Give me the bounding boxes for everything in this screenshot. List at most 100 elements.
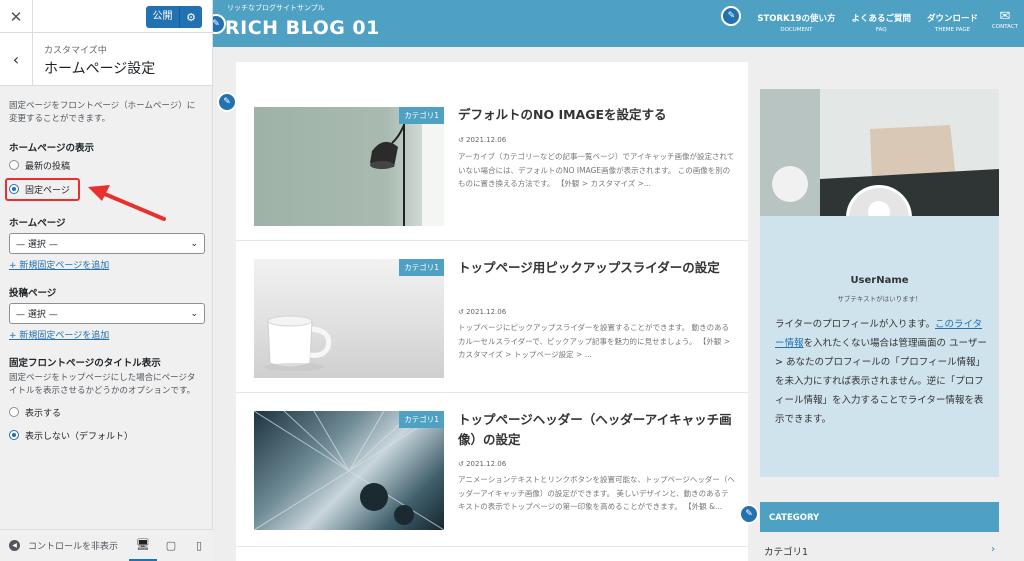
user-icon	[849, 188, 909, 216]
section-description: 固定ページをフロントページ（ホームページ）に変更することができます。	[9, 101, 196, 124]
radio-static-page[interactable]: 固定ページ	[5, 178, 203, 201]
chevron-down-icon: ⌄	[190, 308, 198, 319]
desktop-preview-icon[interactable]: 🖥	[129, 530, 157, 561]
radio-button-selected[interactable]	[9, 184, 19, 194]
select-value: — 選択 —	[16, 240, 58, 250]
homepage-display-label: ホームページの表示	[9, 143, 95, 154]
nav-item-download[interactable]: ダウンロード THEME PAGE	[919, 0, 986, 47]
nav-item-label: ダウンロード	[926, 14, 978, 24]
publish-button[interactable]: 公開 ⚙	[146, 6, 202, 28]
chevron-down-icon: ⌄	[190, 238, 198, 249]
profile-name: UserName	[850, 275, 909, 286]
contact-label: CONTACT	[991, 24, 1019, 30]
architecture-image	[253, 410, 445, 531]
posts-page-select[interactable]: — 選択 — ⌄	[9, 303, 205, 324]
section-preface: カスタマイズ中	[44, 46, 107, 56]
section-title: ホームページ設定	[44, 61, 156, 77]
post-date: ↺ 2021.12.06	[458, 460, 507, 468]
post-thumbnail[interactable]: カテゴリ1	[254, 107, 444, 226]
publish-label[interactable]: 公開	[146, 6, 180, 28]
post-title[interactable]: デフォルトのNO IMAGEを設定する	[458, 105, 736, 125]
edit-pencil-icon[interactable]: ✎	[217, 92, 237, 112]
edit-pencil-icon[interactable]: ✎	[739, 504, 759, 524]
nav-item-sublabel: FAQ	[875, 27, 887, 33]
contact-button[interactable]: ✉ CONTACT	[986, 0, 1024, 47]
collapse-icon: ◀	[9, 540, 20, 551]
post-divider	[236, 240, 748, 241]
post-excerpt: アーカイブ（カテゴリーなどの記事一覧ページ）でアイキャッチ画像が設定されていない…	[458, 152, 735, 188]
category-item[interactable]: カテゴリ1 ›	[760, 538, 999, 561]
back-arrow-icon[interactable]: ‹	[0, 33, 33, 86]
edit-pencil-icon[interactable]: ✎	[721, 6, 742, 26]
radio-button[interactable]	[9, 160, 19, 170]
front-title-description: 固定ページをトップページにした場合にページタイトルを表示させるかどうかのオプショ…	[9, 373, 196, 396]
nav-item-label: よくあるご質問	[851, 14, 911, 24]
select-value: — 選択 —	[16, 310, 58, 320]
category-widget-heading: CATEGORY	[760, 502, 999, 532]
post-excerpt: アニメーションテキストとリンクボタンを設置可能な、トップページヘッダー（ヘッダー…	[458, 475, 735, 511]
radio-hide-title[interactable]: 表示しない（デフォルト）	[9, 427, 203, 443]
category-badge[interactable]: カテゴリ1	[399, 107, 444, 124]
mug-image	[264, 315, 332, 371]
profile-text: ライターのプロフィールが入ります。このライター情報を入れたくない場合は管理画面の…	[775, 315, 987, 429]
post-date-text: 2021.12.06	[466, 308, 507, 316]
posts-select-label: 投稿ページ	[9, 288, 57, 299]
radio-latest-posts[interactable]: 最新の投稿	[9, 157, 203, 173]
profile-text-intro: ライターのプロフィールが入ります。	[775, 319, 935, 330]
radio-label: 最新の投稿	[25, 161, 71, 172]
section-controls: 固定ページをフロントページ（ホームページ）に変更することができます。 ホームペー…	[0, 86, 212, 443]
hide-controls-label: コントロールを非表示	[28, 542, 119, 552]
chevron-right-icon: ›	[991, 544, 995, 555]
post-date-text: 2021.12.06	[466, 136, 507, 144]
radio-label: 表示する	[25, 408, 62, 419]
post-thumbnail[interactable]: カテゴリ1	[254, 259, 444, 378]
tablet-preview-icon[interactable]: ▢	[157, 530, 185, 561]
mobile-preview-icon[interactable]: ▯	[185, 530, 213, 561]
post-list: カテゴリ1 デフォルトのNO IMAGEを設定する ↺ 2021.12.06 ア…	[236, 62, 748, 561]
category-item-label: カテゴリ1	[764, 547, 809, 558]
nav-item-faq[interactable]: よくあるご質問 FAQ	[843, 0, 919, 47]
global-nav: ✎ STORK19の使い方 DOCUMENT よくあるご質問 FAQ ダウンロー…	[721, 0, 1024, 47]
profile-cover-image	[760, 89, 999, 216]
radio-button-selected[interactable]	[9, 430, 19, 440]
add-page-link[interactable]: + 新規固定ページを追加	[9, 328, 203, 341]
homepage-select[interactable]: — 選択 — ⌄	[9, 233, 205, 254]
post-title[interactable]: トップページ用ピックアップスライダーの設定	[458, 258, 736, 278]
radio-label: 表示しない（デフォルト）	[25, 431, 134, 442]
close-icon[interactable]: ✕	[0, 0, 33, 33]
post-date: ↺ 2021.12.06	[458, 136, 507, 144]
site-header: ✎ リッチなブログサイトサンプル RICH BLOG 01 ✎ STORK19の…	[213, 0, 1024, 47]
profile-subtitle: サブテキストがはいります！	[837, 295, 922, 303]
post-excerpt: トップページにピックアップスライダーを設置することができます。 動きのあるカルー…	[458, 323, 731, 359]
profile-widget: UserName サブテキストがはいります！ ライターのプロフィールが入ります。…	[760, 89, 999, 477]
category-badge[interactable]: カテゴリ1	[399, 259, 444, 276]
nav-item-document[interactable]: STORK19の使い方 DOCUMENT	[749, 0, 843, 47]
post-date-text: 2021.12.06	[466, 460, 507, 468]
post-divider	[236, 546, 748, 547]
nav-item-sublabel: THEME PAGE	[934, 27, 971, 33]
customizer-footer: ◀ コントロールを非表示 🖥 ▢ ▯	[0, 529, 213, 561]
site-tagline: リッチなブログサイトサンプル	[227, 4, 325, 12]
envelope-icon: ✉	[999, 9, 1011, 24]
profile-text-body: を入れたくない場合は管理画面の ユーザー > あなたのプロフィールの「プロフィー…	[775, 338, 987, 425]
nav-item-sublabel: DOCUMENT	[780, 27, 813, 33]
post-date: ↺ 2021.12.06	[458, 308, 507, 316]
section-header: ‹ カスタマイズ中 ホームページ設定	[0, 33, 212, 86]
add-page-link[interactable]: + 新規固定ページを追加	[9, 258, 203, 271]
homepage-select-label: ホームページ	[9, 218, 66, 229]
front-title-label: 固定フロントページのタイトル表示	[9, 358, 161, 369]
category-badge[interactable]: カテゴリ1	[399, 411, 444, 428]
site-logo[interactable]: RICH BLOG 01	[225, 17, 380, 39]
radio-show-title[interactable]: 表示する	[9, 404, 203, 420]
lamp-image	[370, 107, 444, 226]
customizer-top-bar: ✕ 公開 ⚙	[0, 0, 212, 33]
post-thumbnail[interactable]: カテゴリ1	[253, 410, 445, 531]
customizer-sidebar: ✕ 公開 ⚙ ‹ カスタマイズ中 ホームページ設定 固定ページをフロントページ（…	[0, 0, 213, 561]
radio-button[interactable]	[9, 407, 19, 417]
post-title[interactable]: トップページヘッダー（ヘッダーアイキャッチ画像）の設定	[458, 410, 736, 450]
post-divider	[236, 392, 748, 393]
gear-icon[interactable]: ⚙	[180, 11, 202, 24]
site-preview: ✎ リッチなブログサイトサンプル RICH BLOG 01 ✎ STORK19の…	[213, 0, 1024, 561]
nav-item-label: STORK19の使い方	[757, 14, 836, 24]
hide-controls-button[interactable]: ◀ コントロールを非表示	[0, 539, 129, 552]
